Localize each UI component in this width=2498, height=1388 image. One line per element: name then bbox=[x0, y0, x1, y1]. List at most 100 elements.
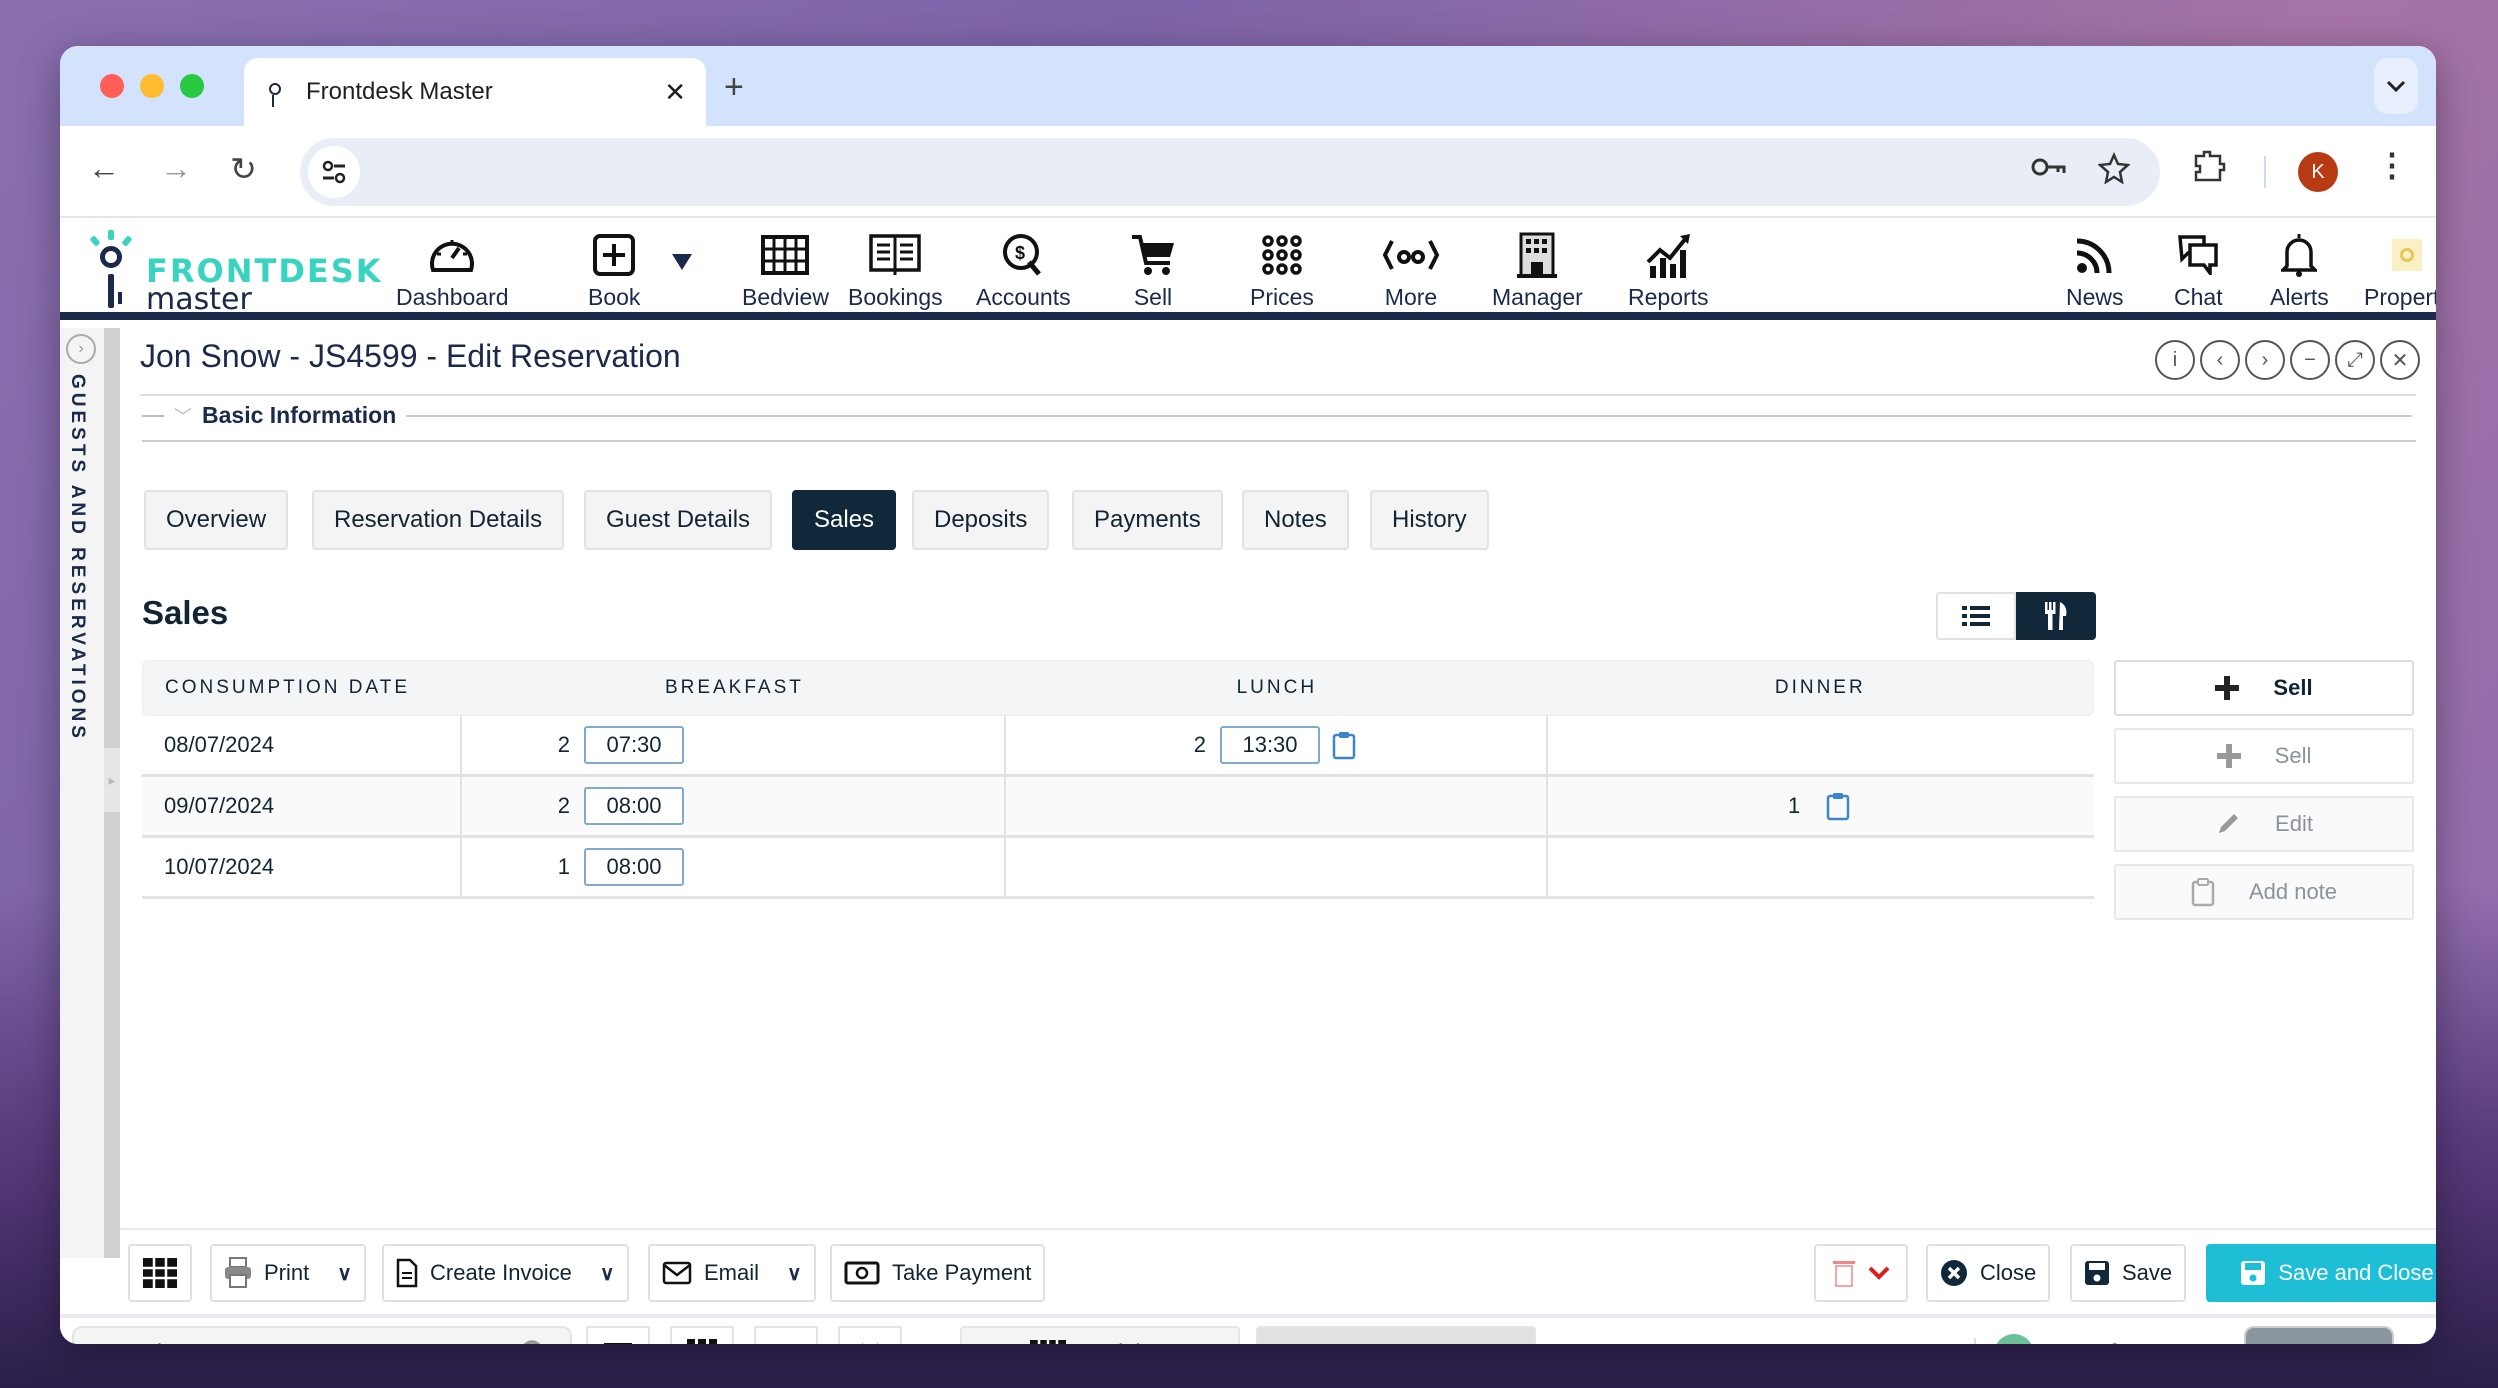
floppy-disk-icon bbox=[2241, 1261, 2266, 1285]
take-payment-button[interactable]: Take Payment bbox=[830, 1244, 1046, 1302]
clipboard-note-icon[interactable] bbox=[1826, 791, 1850, 821]
breakfast-time-input[interactable] bbox=[584, 726, 684, 764]
site-settings-icon[interactable] bbox=[308, 146, 360, 198]
tab-history[interactable]: History bbox=[1370, 490, 1489, 550]
book-dropdown-caret-icon[interactable] bbox=[672, 254, 692, 275]
nav-bookings[interactable]: Bookings bbox=[848, 230, 943, 318]
edit-button[interactable]: Edit bbox=[2114, 796, 2414, 852]
breakfast-time-input[interactable] bbox=[584, 848, 684, 886]
guests-reservations-sidebar[interactable]: › GUESTS AND RESERVATIONS ▸ bbox=[60, 328, 120, 1258]
support-button[interactable]: SUPPORT bbox=[2244, 1326, 2394, 1344]
nav-manager[interactable]: Manager bbox=[1492, 230, 1583, 318]
close-button[interactable]: Close bbox=[1926, 1244, 2051, 1302]
fullscreen-icon[interactable]: ⤢ bbox=[2335, 340, 2375, 380]
list-view-button[interactable] bbox=[1936, 592, 2016, 640]
sell-button[interactable]: Sell bbox=[2114, 660, 2414, 716]
dots-grid-icon bbox=[1262, 235, 1302, 275]
close-icon[interactable]: ✕ bbox=[2380, 340, 2420, 380]
clipboard-note-icon[interactable] bbox=[1332, 730, 1356, 760]
frontdesk-logo[interactable]: FRONTDESK master bbox=[89, 230, 381, 317]
browser-tab-active[interactable]: Frontdesk Master ✕ bbox=[244, 58, 706, 126]
table-row[interactable]: 10/07/2024 1 bbox=[142, 838, 2094, 899]
trash-icon bbox=[1833, 1261, 1855, 1287]
print-button[interactable]: Print ∨ bbox=[210, 1244, 366, 1302]
nav-sell[interactable]: Sell bbox=[1130, 230, 1176, 318]
profile-avatar[interactable]: K bbox=[2298, 152, 2338, 192]
new-tab-button[interactable]: + bbox=[724, 68, 744, 107]
nav-property[interactable]: Property bbox=[2364, 230, 2436, 318]
tab-deposits[interactable]: Deposits bbox=[912, 490, 1050, 550]
plus-square-icon bbox=[593, 234, 636, 276]
tab-close-icon[interactable]: ✕ bbox=[664, 77, 686, 108]
save-button[interactable]: Save bbox=[2070, 1244, 2187, 1302]
bookmark-star-icon[interactable] bbox=[2098, 152, 2130, 184]
extensions-icon[interactable] bbox=[2192, 148, 2226, 192]
browser-menu-icon[interactable]: ⋮ bbox=[2376, 146, 2408, 184]
tab-payments[interactable]: Payments bbox=[1072, 490, 1223, 550]
tab-overview[interactable]: Overview bbox=[144, 490, 289, 550]
basic-information-section-toggle[interactable]: ﹀ Basic Information bbox=[142, 402, 2412, 429]
create-invoice-button[interactable]: Create Invoice ∨ bbox=[382, 1244, 629, 1302]
lunch-cell: 2 bbox=[1006, 716, 1548, 774]
previous-icon[interactable]: ‹ bbox=[2200, 340, 2240, 380]
apps-grid-button[interactable] bbox=[670, 1326, 734, 1344]
reload-button[interactable]: ↻ bbox=[230, 150, 257, 188]
back-button[interactable]: ← bbox=[88, 150, 120, 187]
tab-reservation-details[interactable]: Reservation Details bbox=[312, 490, 565, 550]
nav-more[interactable]: More bbox=[1382, 230, 1440, 318]
taskbar-tab-bedview[interactable]: Bedview bbox=[960, 1326, 1240, 1344]
table-row[interactable]: 09/07/2024 2 1 bbox=[142, 777, 2094, 838]
tab-notes[interactable]: Notes bbox=[1242, 490, 1349, 550]
info-icon[interactable]: i bbox=[2155, 340, 2195, 380]
window-controls bbox=[100, 74, 204, 98]
email-button[interactable]: Email ∨ bbox=[648, 1244, 816, 1302]
svg-text:$: $ bbox=[1015, 243, 1025, 263]
lunch-time-input[interactable] bbox=[1220, 726, 1320, 764]
hamburger-icon bbox=[604, 1343, 632, 1344]
sell-button-disabled[interactable]: Sell bbox=[2114, 728, 2414, 784]
nav-prices[interactable]: Prices bbox=[1250, 230, 1314, 318]
taskbar-tab-reservation[interactable]: Jon Snow - JS4599 - ... bbox=[1256, 1326, 1536, 1344]
breakfast-qty: 2 bbox=[557, 732, 570, 757]
add-note-button[interactable]: Add note bbox=[2114, 864, 2414, 920]
nav-alerts[interactable]: Alerts bbox=[2270, 230, 2329, 318]
chevron-down-icon: ∨ bbox=[787, 1262, 802, 1285]
next-icon[interactable]: › bbox=[2245, 340, 2285, 380]
nav-reports[interactable]: Reports bbox=[1628, 230, 1709, 318]
forward-button[interactable]: → bbox=[160, 150, 192, 187]
meal-view-button[interactable] bbox=[2016, 592, 2096, 640]
list-menu-button[interactable] bbox=[586, 1326, 650, 1344]
plus-icon bbox=[2216, 744, 2241, 768]
address-bar[interactable] bbox=[300, 138, 2160, 206]
nav-dashboard[interactable]: Dashboard bbox=[396, 230, 509, 318]
minimize-icon[interactable]: − bbox=[2290, 340, 2330, 380]
maximize-window-button[interactable] bbox=[180, 74, 204, 98]
section-label: Basic Information bbox=[202, 402, 397, 428]
table-row[interactable]: 08/07/2024 2 2 bbox=[142, 716, 2094, 777]
chevron-down-icon: ∨ bbox=[599, 1262, 615, 1285]
breakfast-time-input[interactable] bbox=[584, 787, 684, 825]
minimize-window-button[interactable] bbox=[140, 74, 164, 98]
pencil-icon bbox=[2219, 814, 2239, 833]
close-all-button[interactable] bbox=[838, 1326, 902, 1344]
sidebar-collapse-handle[interactable]: ▸ bbox=[104, 748, 120, 812]
tab-search-button[interactable] bbox=[2374, 58, 2418, 114]
password-key-icon[interactable] bbox=[2030, 152, 2068, 182]
nav-chat[interactable]: Chat bbox=[2174, 230, 2223, 318]
expand-sidebar-icon[interactable]: › bbox=[66, 334, 96, 364]
nav-news[interactable]: News bbox=[2066, 230, 2124, 318]
grid-view-button[interactable] bbox=[128, 1244, 192, 1302]
nav-accounts[interactable]: $ Accounts bbox=[976, 230, 1071, 318]
taskbar-search-input[interactable]: Search bbox=[72, 1326, 572, 1344]
tab-guest-details[interactable]: Guest Details bbox=[584, 490, 773, 550]
close-window-button[interactable] bbox=[100, 74, 124, 98]
breakfast-cell: 2 bbox=[462, 716, 1006, 774]
nav-bedview[interactable]: Bedview bbox=[742, 230, 829, 318]
delete-button[interactable] bbox=[1814, 1244, 1908, 1302]
expand-taskbar-button[interactable] bbox=[754, 1326, 818, 1344]
nav-book[interactable]: Book bbox=[588, 230, 640, 318]
printer-icon bbox=[225, 1257, 251, 1288]
tab-sales[interactable]: Sales bbox=[792, 490, 897, 550]
save-and-close-button[interactable]: Save and Close bbox=[2206, 1244, 2436, 1302]
cart-icon bbox=[1132, 235, 1174, 275]
